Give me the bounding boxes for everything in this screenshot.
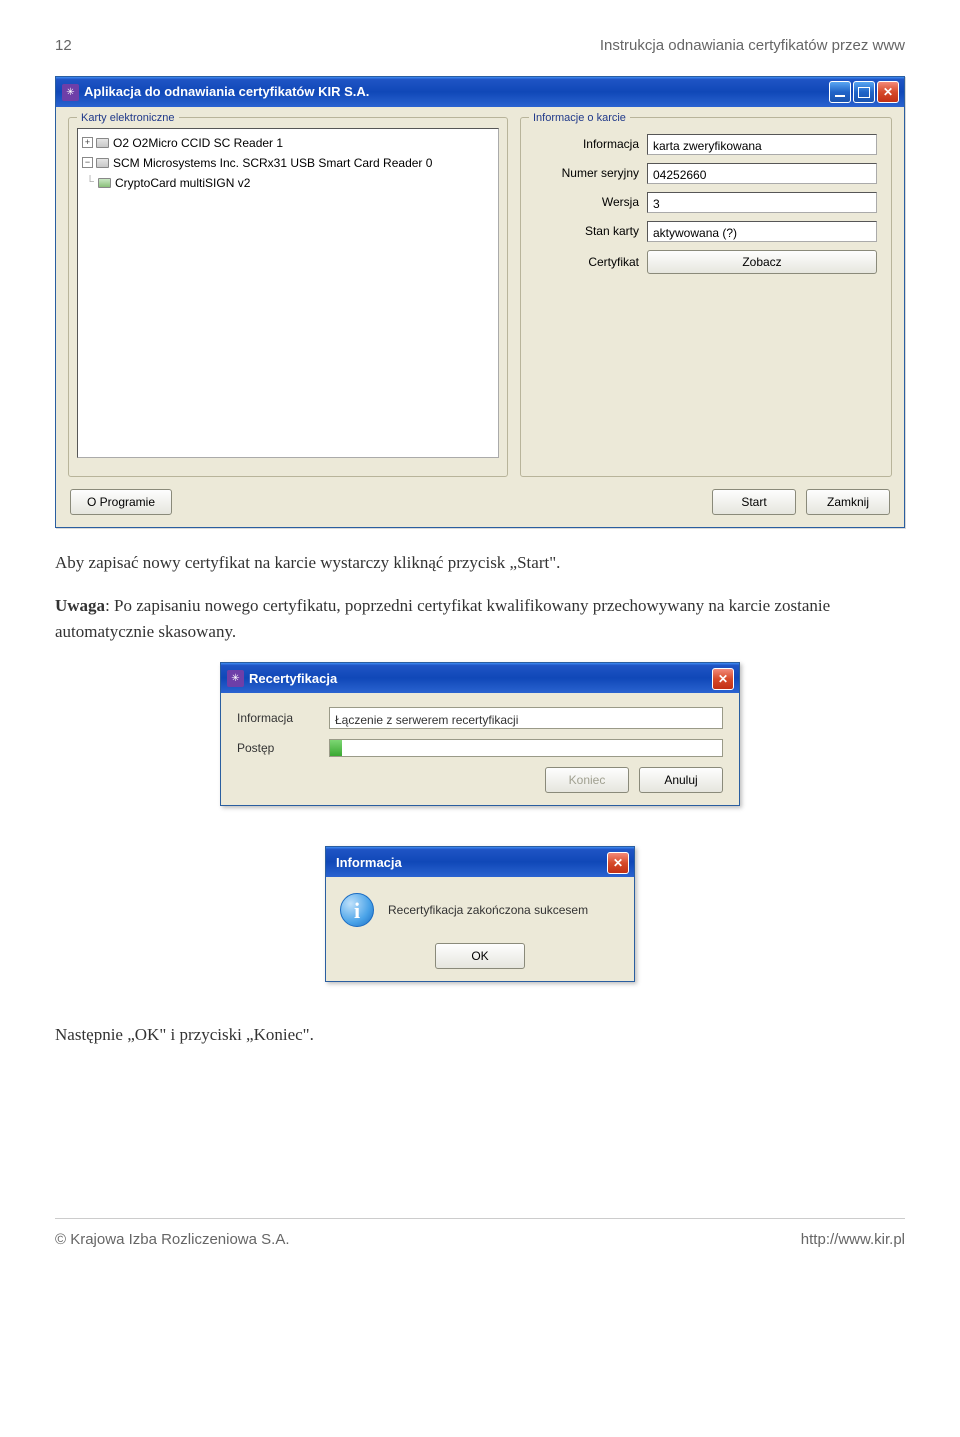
progress-bar	[329, 739, 723, 757]
field-serial: 04252660	[647, 163, 877, 184]
start-button[interactable]: Start	[712, 489, 796, 515]
minimize-button[interactable]	[829, 81, 851, 103]
tree-label: SCM Microsystems Inc. SCRx31 USB Smart C…	[113, 154, 432, 172]
dialog-close-button[interactable]	[712, 668, 734, 690]
paragraph-instruction-2: Następnie „OK" i przyciski „Koniec".	[55, 1022, 905, 1048]
reader-icon	[96, 138, 109, 148]
readers-legend: Karty elektroniczne	[77, 110, 179, 127]
msgbox-text: Recertyfikacja zakończona sukcesem	[388, 901, 588, 919]
tree-label: CryptoCard multiSIGN v2	[115, 174, 250, 192]
footer-url: http://www.kir.pl	[801, 1229, 905, 1252]
label-serial: Numer seryjny	[539, 164, 639, 182]
label-cert: Certyfikat	[539, 253, 639, 271]
label-dlg-info: Informacja	[237, 709, 317, 727]
progress-fill	[330, 740, 342, 756]
info-messagebox: Informacja i Recertyfikacja zakończona s…	[325, 846, 635, 982]
app-icon: ✳	[62, 84, 79, 101]
tree-branch-icon: └	[82, 174, 98, 191]
tree-label: O2 O2Micro CCID SC Reader 1	[113, 134, 283, 152]
footer-copyright: © Krajowa Izba Rozliczeniowa S.A.	[55, 1229, 290, 1252]
expand-icon[interactable]: +	[82, 137, 93, 148]
close-button[interactable]	[877, 81, 899, 103]
close-app-button[interactable]: Zamknij	[806, 489, 890, 515]
card-icon	[98, 178, 111, 188]
finish-button: Koniec	[545, 767, 629, 793]
dialog-title: Recertyfikacja	[249, 669, 712, 689]
cancel-button[interactable]: Anuluj	[639, 767, 723, 793]
paragraph-instruction-1: Aby zapisać nowy certyfikat na karcie wy…	[55, 550, 905, 576]
warning-text: : Po zapisaniu nowego certyfikatu, poprz…	[55, 596, 830, 641]
doc-title: Instrukcja odnawiania certyfikatów przez…	[600, 35, 905, 58]
label-info: Informacja	[539, 135, 639, 153]
card-readers-group: Karty elektroniczne + O2 O2Micro CCID SC…	[68, 117, 508, 477]
main-app-window: ✳ Aplikacja do odnawiania certyfikatów K…	[55, 76, 905, 528]
info-legend: Informacje o karcie	[529, 110, 630, 127]
reader-icon	[96, 158, 109, 168]
msgbox-titlebar: Informacja	[326, 847, 634, 877]
msgbox-title: Informacja	[332, 853, 607, 873]
tree-item-reader-1[interactable]: − SCM Microsystems Inc. SCRx31 USB Smart…	[82, 153, 494, 173]
dialog-titlebar: ✳ Recertyfikacja	[221, 663, 739, 693]
view-cert-button[interactable]: Zobacz	[647, 250, 877, 274]
label-progress: Postęp	[237, 739, 317, 757]
msgbox-close-button[interactable]	[607, 852, 629, 874]
window-title: Aplikacja do odnawiania certyfikatów KIR…	[84, 82, 829, 102]
card-info-group: Informacje o karcie Informacja karta zwe…	[520, 117, 892, 477]
collapse-icon[interactable]: −	[82, 157, 93, 168]
titlebar: ✳ Aplikacja do odnawiania certyfikatów K…	[56, 77, 904, 107]
field-version: 3	[647, 192, 877, 213]
field-dlg-info: Łączenie z serwerem recertyfikacji	[329, 707, 723, 729]
reader-tree[interactable]: + O2 O2Micro CCID SC Reader 1 − SCM Micr…	[77, 128, 499, 458]
tree-item-reader-0[interactable]: + O2 O2Micro CCID SC Reader 1	[82, 133, 494, 153]
label-version: Wersja	[539, 193, 639, 211]
field-state: aktywowana (?)	[647, 221, 877, 242]
label-state: Stan karty	[539, 222, 639, 240]
field-info: karta zweryfikowana	[647, 134, 877, 155]
info-icon: i	[340, 893, 374, 927]
app-icon: ✳	[227, 670, 244, 687]
about-button[interactable]: O Programie	[70, 489, 172, 515]
ok-button[interactable]: OK	[435, 943, 525, 969]
warning-label: Uwaga	[55, 596, 105, 615]
tree-item-card[interactable]: └ CryptoCard multiSIGN v2	[82, 173, 494, 193]
page-number: 12	[55, 35, 72, 58]
paragraph-warning: Uwaga: Po zapisaniu nowego certyfikatu, …	[55, 593, 905, 644]
recertification-dialog: ✳ Recertyfikacja Informacja Łączenie z s…	[220, 662, 740, 806]
maximize-button[interactable]	[853, 81, 875, 103]
